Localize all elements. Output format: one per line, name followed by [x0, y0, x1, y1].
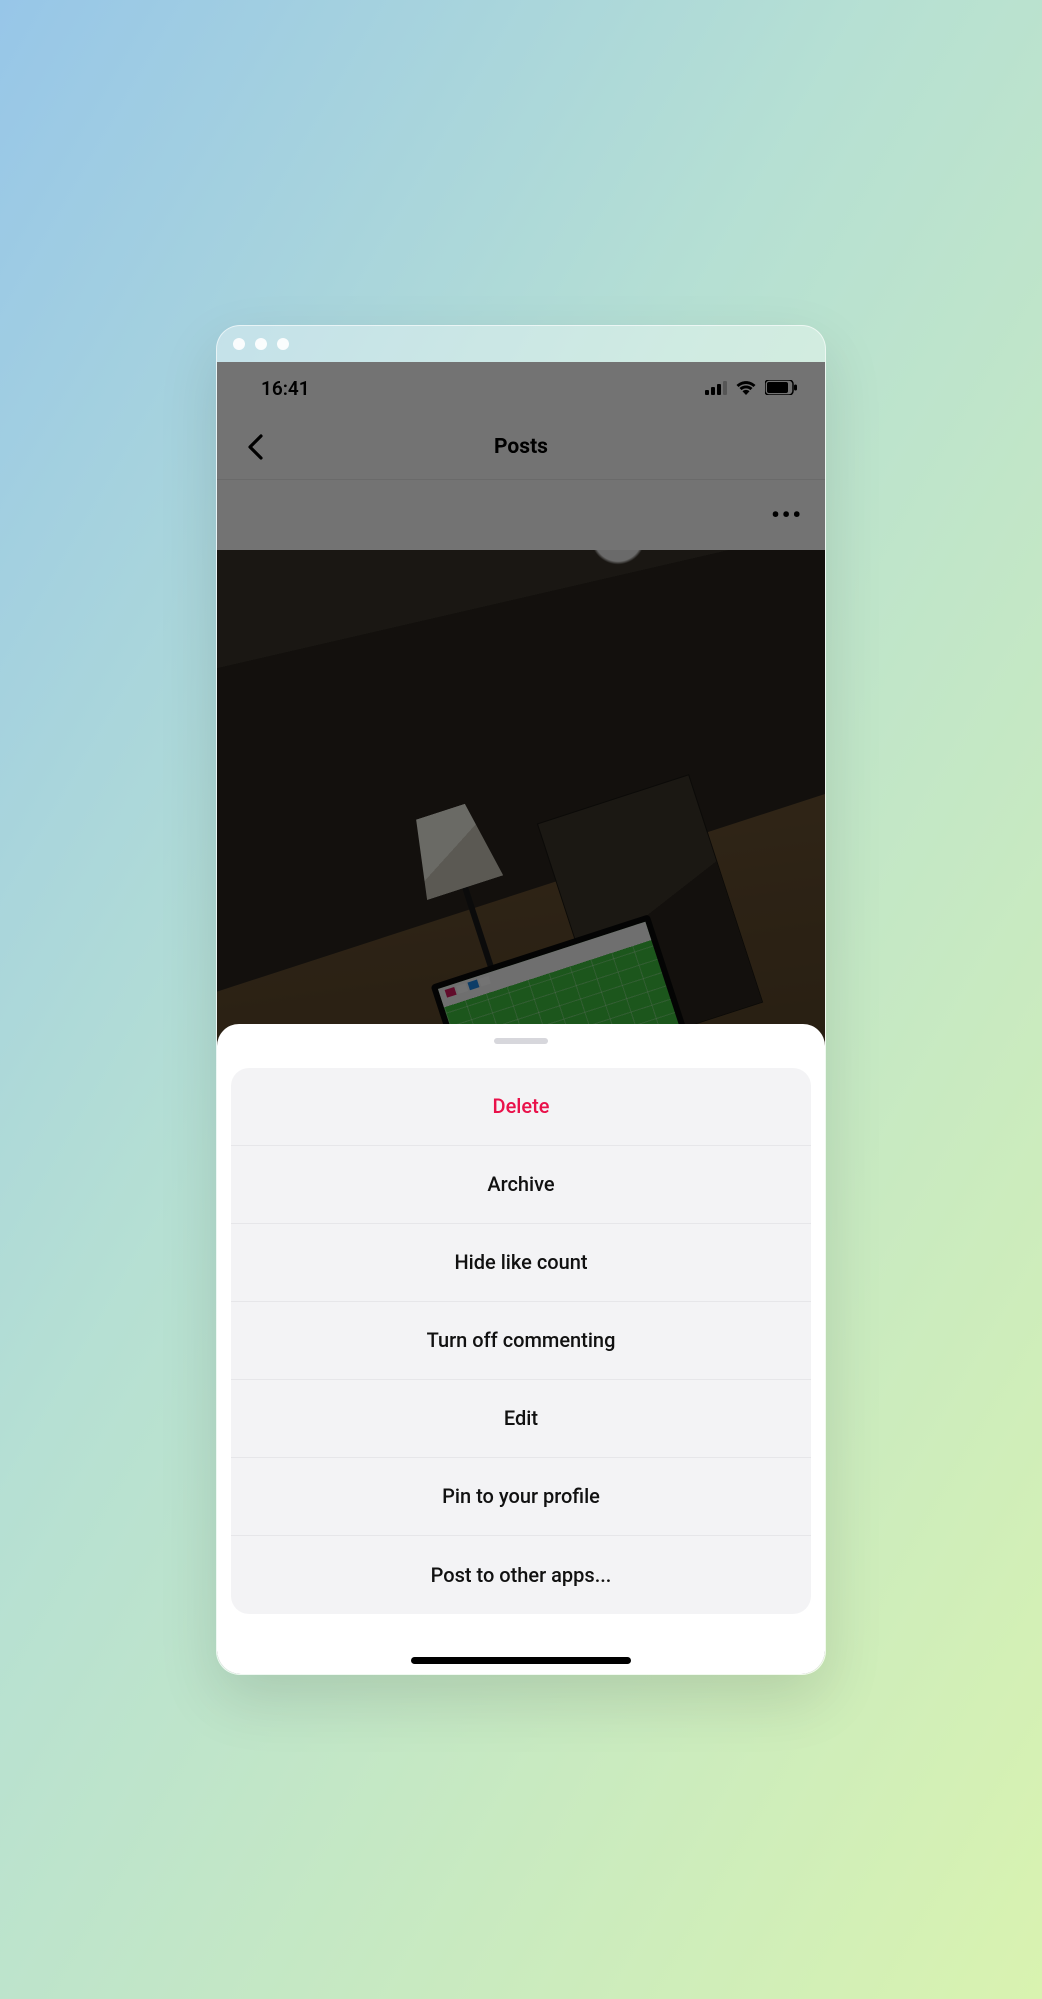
delete-action[interactable]: Delete	[231, 1068, 811, 1146]
archive-action[interactable]: Archive	[231, 1146, 811, 1224]
action-sheet-list: Delete Archive Hide like count Turn off …	[231, 1068, 811, 1614]
window-dot	[255, 338, 267, 350]
window-dot	[233, 338, 245, 350]
edit-action[interactable]: Edit	[231, 1380, 811, 1458]
action-sheet: Delete Archive Hide like count Turn off …	[217, 1024, 825, 1674]
window-dot	[277, 338, 289, 350]
hide-like-count-action[interactable]: Hide like count	[231, 1224, 811, 1302]
home-indicator[interactable]	[411, 1657, 631, 1664]
sheet-grabber[interactable]	[494, 1038, 548, 1044]
phone-screen: 16:41 Posts	[217, 362, 825, 1674]
turn-off-commenting-action[interactable]: Turn off commenting	[231, 1302, 811, 1380]
post-to-other-apps-action[interactable]: Post to other apps...	[231, 1536, 811, 1614]
pin-to-profile-action[interactable]: Pin to your profile	[231, 1458, 811, 1536]
window-titlebar	[217, 326, 825, 362]
device-frame: 16:41 Posts	[216, 325, 826, 1675]
